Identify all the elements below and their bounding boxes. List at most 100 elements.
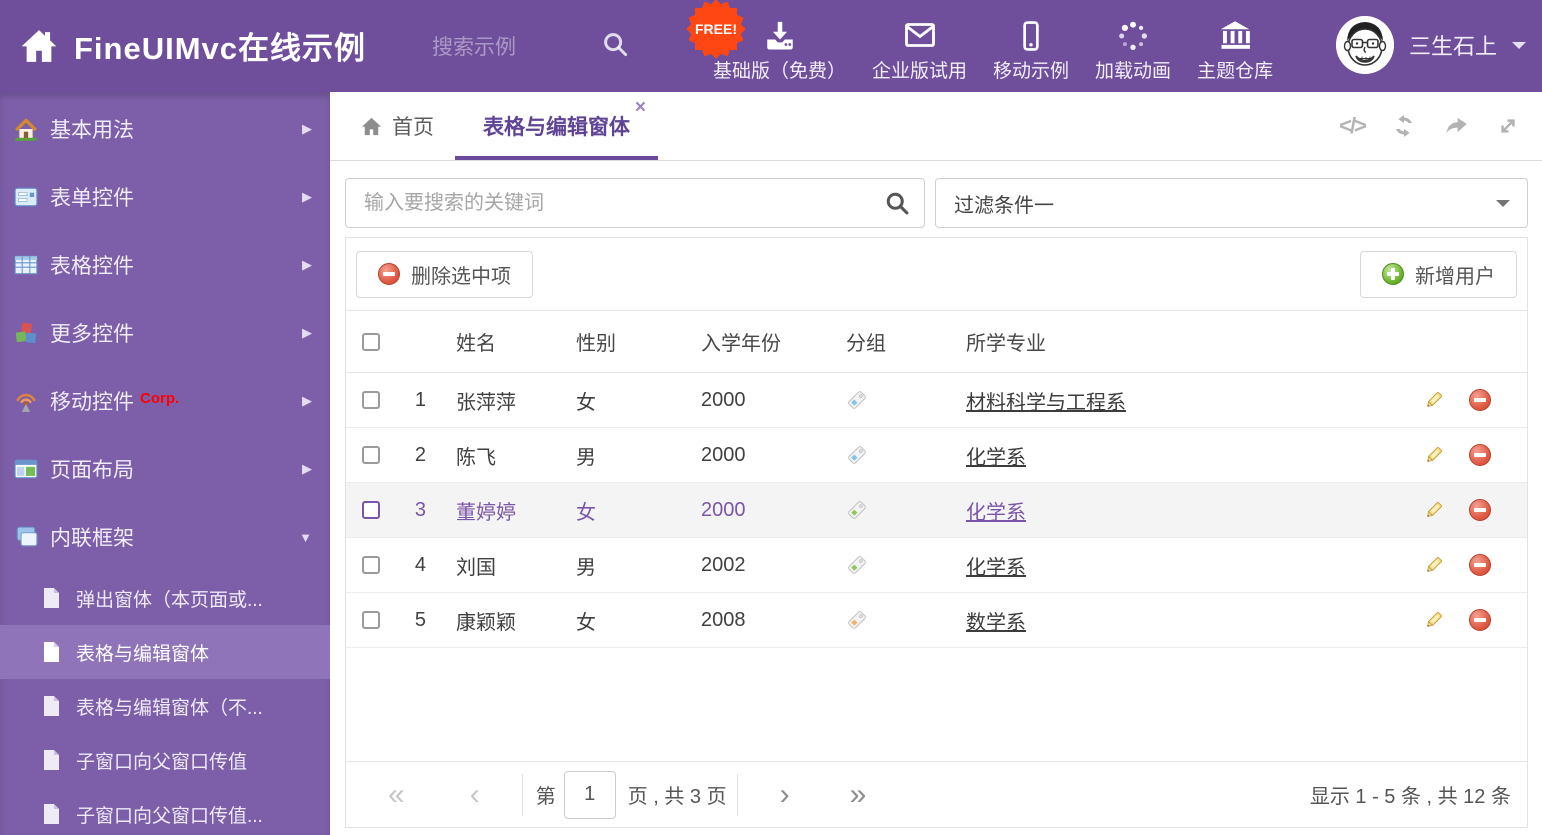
table-row-selected[interactable]: 3 董婷婷 女 2000 化学系 <box>346 483 1527 538</box>
tag-icon[interactable] <box>846 444 868 466</box>
nav-item-enterprise-trial[interactable]: 企业版试用 <box>859 11 980 83</box>
expand-icon[interactable] <box>1494 112 1522 140</box>
row-name: 刘国 <box>456 556 496 579</box>
home-logo-icon[interactable] <box>20 27 58 65</box>
sidebar-item-more-controls[interactable]: 更多控件 ▶ <box>0 299 330 367</box>
sidebar-subitem-grid-edit-window-2[interactable]: 表格与编辑窗体（不... <box>0 679 330 733</box>
sidebar-item-form-controls[interactable]: 表单控件 ▶ <box>0 163 330 231</box>
table-row[interactable]: 1 张萍萍 女 2000 材料科学与工程系 <box>346 373 1527 428</box>
sidebar-item-page-layout[interactable]: 页面布局 ▶ <box>0 435 330 503</box>
column-header-group[interactable]: 分组 <box>846 327 966 356</box>
sidebar-subitem-child-to-parent[interactable]: 子窗口向父窗口传值 <box>0 733 330 787</box>
source-code-icon[interactable]: </> <box>1338 112 1367 140</box>
keyword-search-input[interactable] <box>346 179 924 227</box>
minus-circle-icon <box>378 263 400 285</box>
home-icon <box>361 117 382 135</box>
tag-icon[interactable] <box>846 389 868 411</box>
tab-toolbar: </> <box>1338 92 1522 160</box>
edit-icon[interactable] <box>1423 389 1445 411</box>
table-row[interactable]: 5 康颖颖 女 2008 数学系 <box>346 593 1527 648</box>
delete-selected-button[interactable]: 删除选中项 <box>356 250 533 298</box>
nav-item-loading-animation[interactable]: 加载动画 <box>1082 11 1184 83</box>
row-gender: 男 <box>576 446 596 469</box>
free-badge: FREE! <box>686 0 746 59</box>
major-link[interactable]: 材料科学与工程系 <box>966 386 1126 415</box>
delete-icon[interactable] <box>1469 444 1491 466</box>
username: 三生石上 <box>1408 34 1497 59</box>
app-title: FineUIMvc在线示例 <box>74 31 367 66</box>
chevron-right-icon: ▶ <box>302 189 312 204</box>
edit-icon[interactable] <box>1423 444 1445 466</box>
spinner-icon <box>1116 11 1150 53</box>
row-index: 1 <box>414 388 426 411</box>
delete-icon[interactable] <box>1469 554 1491 576</box>
row-checkbox[interactable] <box>362 391 380 409</box>
row-year: 2002 <box>701 553 746 576</box>
major-link[interactable]: 化学系 <box>966 441 1026 470</box>
refresh-icon[interactable] <box>1390 112 1418 140</box>
row-gender: 男 <box>576 556 596 579</box>
column-header-gender[interactable]: 性别 <box>576 327 701 356</box>
row-year: 2008 <box>701 608 746 631</box>
column-header-major[interactable]: 所学专业 <box>966 327 1402 356</box>
prev-page-button[interactable]: ‹ <box>470 779 480 810</box>
next-page-button[interactable]: › <box>780 779 790 810</box>
row-checkbox[interactable] <box>362 556 380 574</box>
filter-dropdown[interactable]: 过滤条件一 <box>935 178 1528 228</box>
row-checkbox[interactable] <box>362 446 380 464</box>
major-link[interactable]: 数学系 <box>966 606 1026 635</box>
delete-icon[interactable] <box>1469 499 1491 521</box>
major-link[interactable]: 化学系 <box>966 496 1026 525</box>
column-header-year[interactable]: 入学年份 <box>701 327 846 356</box>
edit-icon[interactable] <box>1423 554 1445 576</box>
delete-icon[interactable] <box>1469 609 1491 631</box>
page-number-input[interactable] <box>563 770 616 819</box>
main-content: 首页 表格与编辑窗体 × </> 输入要搜索的关键词 过滤条件一 删除选中项 新… <box>330 92 1542 835</box>
sidebar-subitem-child-to-parent-2[interactable]: 子窗口向父窗口传值... <box>0 787 330 835</box>
sidebar-item-mobile-controls[interactable]: 移动控件 Corp. ▶ <box>0 367 330 435</box>
sidebar-subitem-popup-window[interactable]: 弹出窗体（本页面或... <box>0 571 330 625</box>
mail-icon <box>902 11 938 53</box>
table-row[interactable]: 4 刘国 男 2002 化学系 <box>346 538 1527 593</box>
tab-grid-edit-window[interactable]: 表格与编辑窗体 × <box>455 92 658 160</box>
sidebar-subitem-label: 弹出窗体（本页面或... <box>76 589 263 611</box>
column-header-name[interactable]: 姓名 <box>426 327 576 356</box>
row-checkbox[interactable] <box>362 501 380 519</box>
header-search-input[interactable]: 搜索示例 <box>432 31 516 61</box>
tag-icon[interactable] <box>846 609 868 631</box>
tab-home[interactable]: 首页 <box>360 92 434 160</box>
nav-item-theme-repo[interactable]: 主题仓库 <box>1184 11 1286 83</box>
row-year: 2000 <box>701 498 746 521</box>
tag-icon[interactable] <box>846 499 868 521</box>
avatar <box>1335 16 1394 74</box>
free-badge-label: FREE! <box>695 21 737 37</box>
sidebar-item-basic-usage[interactable]: 基本用法 ▶ <box>0 95 330 163</box>
table-row[interactable]: 2 陈飞 男 2000 化学系 <box>346 428 1527 483</box>
pagination-bar: « ‹ 第 页 , 共 3 页 › » 显示 1 - 5 条 , 共 12 条 <box>346 761 1527 827</box>
close-icon[interactable]: × <box>635 98 646 117</box>
header-search-icon[interactable] <box>600 29 630 59</box>
row-checkbox[interactable] <box>362 611 380 629</box>
page-icon <box>40 749 62 771</box>
delete-icon[interactable] <box>1469 389 1491 411</box>
sidebar-item-grid-controls[interactable]: 表格控件 ▶ <box>0 231 330 299</box>
nav-item-mobile-demo[interactable]: 移动示例 <box>980 11 1082 83</box>
tag-icon[interactable] <box>846 554 868 576</box>
row-name: 陈飞 <box>456 446 496 469</box>
edit-icon[interactable] <box>1423 499 1445 521</box>
chevron-down-icon: ▼ <box>299 529 312 545</box>
last-page-button[interactable]: » <box>850 779 867 810</box>
edit-icon[interactable] <box>1423 609 1445 631</box>
select-all-checkbox[interactable] <box>362 332 380 351</box>
user-menu[interactable]: 三生石上 <box>1335 16 1526 74</box>
first-page-button[interactable]: « <box>388 779 405 810</box>
sidebar-subitem-grid-edit-window[interactable]: 表格与编辑窗体 <box>0 625 330 679</box>
sidebar-item-inline-frame[interactable]: 内联框架 ▼ <box>0 503 330 571</box>
major-link[interactable]: 化学系 <box>966 551 1026 580</box>
table-header: 姓名 性别 入学年份 分组 所学专业 <box>346 311 1527 373</box>
page-total-label: 页 , 共 3 页 <box>627 786 727 808</box>
sidebar-subitem-label: 子窗口向父窗口传值 <box>76 751 248 773</box>
share-arrow-icon[interactable] <box>1442 112 1470 140</box>
search-icon[interactable] <box>883 189 911 217</box>
add-user-button[interactable]: 新增用户 <box>1360 250 1517 298</box>
